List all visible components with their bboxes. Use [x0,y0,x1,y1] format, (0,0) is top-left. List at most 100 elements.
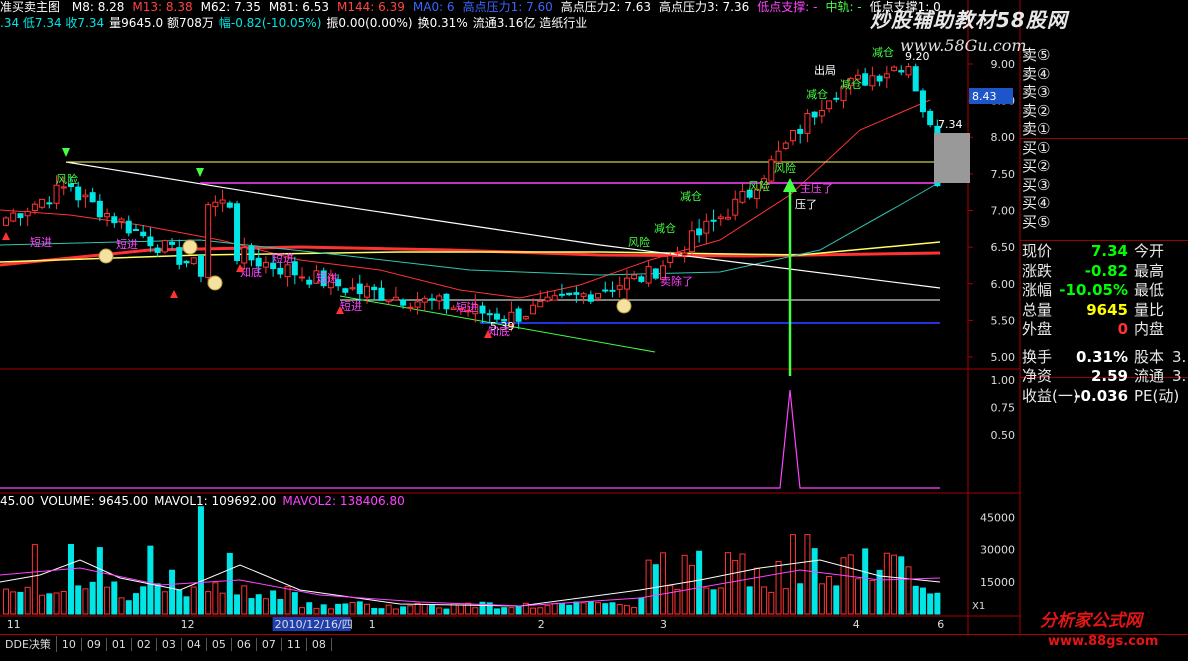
volume-bar[interactable] [912,585,919,615]
candle-body[interactable] [371,286,378,291]
formula-tab[interactable]: 08 [307,638,332,651]
candle-body[interactable] [89,192,96,203]
candle-body[interactable] [378,287,385,301]
candle-body[interactable] [797,128,804,134]
candle-body[interactable] [400,299,407,306]
volume-bar[interactable] [197,506,204,615]
volume-bar[interactable] [111,581,118,615]
volume-bar[interactable] [573,601,580,615]
candle-body[interactable] [392,296,399,301]
volume-bar[interactable] [255,594,262,615]
volume-bar[interactable] [60,590,67,615]
candle-body[interactable] [595,293,602,299]
formula-tab[interactable]: 11 [282,638,307,651]
candle-body[interactable] [876,75,883,82]
volume-bar[interactable] [284,586,291,615]
volume-bar[interactable] [212,582,219,615]
volume-bar[interactable] [847,554,854,615]
volume-bar[interactable] [176,589,183,615]
candle-body[interactable] [645,266,652,284]
volume-bar[interactable] [342,603,349,615]
candle-body[interactable] [443,293,450,310]
candle-body[interactable] [132,229,139,232]
candle-body[interactable] [558,293,565,296]
candle-body[interactable] [10,212,17,222]
candle-body[interactable] [544,296,551,302]
volume-bar[interactable] [667,585,674,615]
formula-tab[interactable]: 09 [82,638,107,651]
formula-tab[interactable]: DDE决策 [0,636,57,652]
candle-body[interactable] [277,267,284,275]
volume-bar[interactable] [262,598,269,615]
volume-bar[interactable] [833,585,840,615]
volume-bar[interactable] [645,559,652,615]
volume-bar[interactable] [739,553,746,615]
volume-bar[interactable] [407,605,414,615]
candle-body[interactable] [566,292,573,296]
volume-bar[interactable] [313,607,320,615]
volume-bar[interactable] [219,592,226,615]
formula-tab[interactable]: 06 [232,638,257,651]
candle-body[interactable] [24,211,31,217]
volume-bar[interactable] [443,608,450,615]
volume-bar[interactable] [797,583,804,615]
candle-body[interactable] [46,202,53,205]
candle-body[interactable] [696,228,703,236]
volume-bar[interactable] [132,593,139,615]
candle-body[interactable] [385,299,392,303]
volume-bar[interactable] [782,588,789,615]
candle-body[interactable] [652,268,659,279]
candle-body[interactable] [638,276,645,282]
volume-bar[interactable] [703,587,710,615]
volume-bar[interactable] [270,590,277,615]
candle-body[interactable] [891,66,898,71]
candle-body[interactable] [818,110,825,117]
volume-bar[interactable] [140,586,147,615]
volume-bar[interactable] [927,593,934,615]
candle-body[interactable] [125,220,132,234]
volume-bar[interactable] [804,534,811,615]
volume-bar[interactable] [732,560,739,615]
candle-body[interactable] [919,90,926,113]
volume-bar[interactable] [811,548,818,615]
volume-bar[interactable] [710,589,717,615]
volume-bar[interactable] [364,603,370,615]
candle-body[interactable] [161,240,168,253]
volume-bar[interactable] [934,592,941,615]
volume-bar[interactable] [436,607,443,615]
candle-body[interactable] [631,274,638,280]
volume-bar[interactable] [327,608,334,615]
candle-body[interactable] [717,216,724,220]
candle-body[interactable] [912,66,919,92]
volume-bar[interactable] [31,544,38,615]
candle-body[interactable] [688,230,695,253]
formula-tab[interactable]: 01 [107,638,132,651]
candle-body[interactable] [31,203,38,212]
candle-body[interactable] [306,279,313,285]
candle-body[interactable] [681,252,688,256]
volume-bar[interactable] [306,602,313,615]
volume-bar[interactable] [349,601,356,615]
candle-body[interactable] [183,260,190,264]
candle-body[interactable] [789,129,796,142]
formula-tab[interactable]: 10 [57,638,82,651]
volume-bar[interactable] [876,569,883,615]
candle-body[interactable] [616,285,623,290]
volume-bar[interactable] [67,543,74,615]
volume-bar[interactable] [681,554,688,615]
volume-bar[interactable] [717,587,724,615]
candle-body[interactable] [522,316,529,320]
candle-body[interactable] [82,194,89,198]
volume-bar[interactable] [3,588,9,615]
candle-body[interactable] [154,247,161,253]
candle-body[interactable] [703,220,710,234]
candle-body[interactable] [364,285,370,298]
volume-bar[interactable] [696,550,703,615]
candle-body[interactable] [905,66,912,76]
candle-body[interactable] [739,191,746,203]
volume-bar[interactable] [768,591,775,615]
formula-tab[interactable]: 07 [257,638,282,651]
candle-body[interactable] [530,304,537,315]
volume-bar[interactable] [17,591,24,615]
candle-body[interactable] [299,276,306,279]
